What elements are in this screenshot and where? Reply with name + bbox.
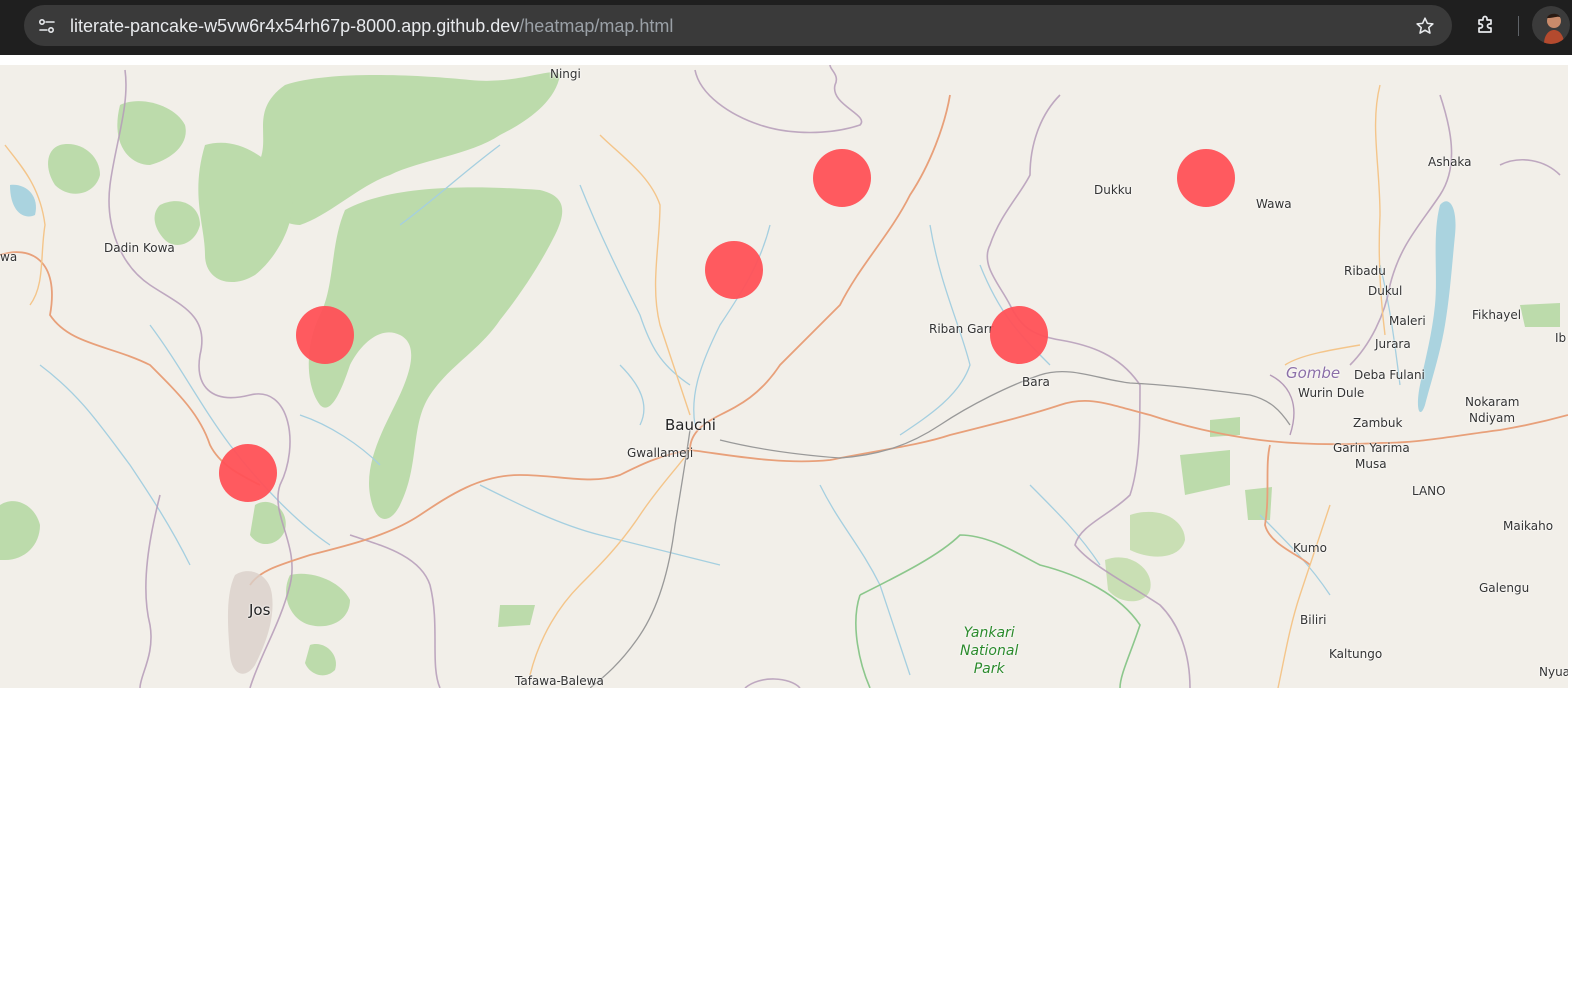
place-label-fikhayel: Fikhayel: [1472, 308, 1522, 322]
place-label-wurin-dule: Wurin Dule: [1298, 386, 1365, 400]
place-label-gombe: Gombe: [1286, 364, 1341, 382]
place-label-musa: Musa: [1355, 457, 1387, 471]
place-label-ningi: Ningi: [550, 67, 581, 81]
place-label-ashaka: Ashaka: [1428, 155, 1472, 169]
heatmap-marker[interactable]: [813, 149, 871, 207]
place-label-bauchi: Bauchi: [665, 416, 716, 434]
address-bar[interactable]: literate-pancake-w5vw6r4x54rh67p-8000.ap…: [24, 5, 1452, 46]
heatmap-marker[interactable]: [705, 241, 763, 299]
place-label-wawa: Wawa: [1256, 197, 1292, 211]
profile-avatar[interactable]: [1532, 6, 1570, 44]
place-label-lano: LANO: [1412, 484, 1446, 498]
url-host: literate-pancake-w5vw6r4x54rh67p-8000.ap…: [70, 16, 520, 36]
blank-page-area: [0, 688, 1572, 1007]
place-label-galengu: Galengu: [1479, 581, 1530, 595]
place-label-ribadu: Ribadu: [1344, 264, 1386, 278]
place-label-maleri: Maleri: [1389, 314, 1426, 328]
place-label-kaltungo: Kaltungo: [1329, 647, 1383, 661]
extensions-puzzle-icon[interactable]: [1474, 13, 1498, 37]
park-label-line-2: National: [960, 643, 1019, 659]
place-label-kumo: Kumo: [1293, 541, 1327, 555]
toolbar-divider: [1518, 16, 1519, 36]
place-label-dukku: Dukku: [1094, 183, 1132, 197]
park-label-line-1: Yankari: [963, 625, 1015, 641]
place-label-riban-garr: Riban Garr: [929, 322, 994, 336]
place-label-jurara: Jurara: [1375, 337, 1411, 351]
heatmap-marker[interactable]: [990, 306, 1048, 364]
place-label-bara: Bara: [1022, 375, 1050, 389]
place-label-nyua: Nyua: [1539, 665, 1568, 679]
url-text[interactable]: literate-pancake-w5vw6r4x54rh67p-8000.ap…: [70, 16, 673, 36]
place-label-ndiyam: Ndiyam: [1469, 411, 1516, 425]
park-label-line-3: Park: [973, 661, 1005, 677]
site-info-icon[interactable]: [35, 14, 59, 38]
place-label-ib: Ib: [1555, 331, 1567, 345]
place-label-maikaho: Maikaho: [1503, 519, 1554, 533]
heatmap-marker[interactable]: [296, 306, 354, 364]
heatmap-marker[interactable]: [1177, 149, 1235, 207]
place-label-tafawa-balewa: Tafawa-Balewa: [515, 674, 604, 688]
place-label-biliri: Biliri: [1300, 613, 1327, 627]
place-label-dadin-kowa: Dadin Kowa: [104, 241, 175, 255]
map-view[interactable]: Ningi Dadin Kowa wa Dukku Wawa Ashaka Ri…: [0, 65, 1568, 688]
place-label-gwallameji: Gwallameji: [627, 446, 694, 460]
place-label-jos: Jos: [249, 601, 271, 619]
heatmap-marker[interactable]: [219, 444, 277, 502]
url-path: /heatmap/map.html: [519, 16, 674, 36]
browser-toolbar: literate-pancake-w5vw6r4x54rh67p-8000.ap…: [0, 0, 1572, 55]
place-label-dukul: Dukul: [1368, 284, 1403, 298]
place-label-garin-yarima: Garin Yarima: [1333, 441, 1410, 455]
place-label-zambuk: Zambuk: [1353, 416, 1403, 430]
place-label-wa: wa: [0, 250, 18, 264]
place-label-deba-fulani: Deba Fulani: [1354, 368, 1425, 382]
place-label-nokaram: Nokaram: [1465, 395, 1520, 409]
bookmark-star-icon[interactable]: [1414, 15, 1436, 37]
park-label-yankari: Yankari National Park: [960, 624, 1018, 678]
